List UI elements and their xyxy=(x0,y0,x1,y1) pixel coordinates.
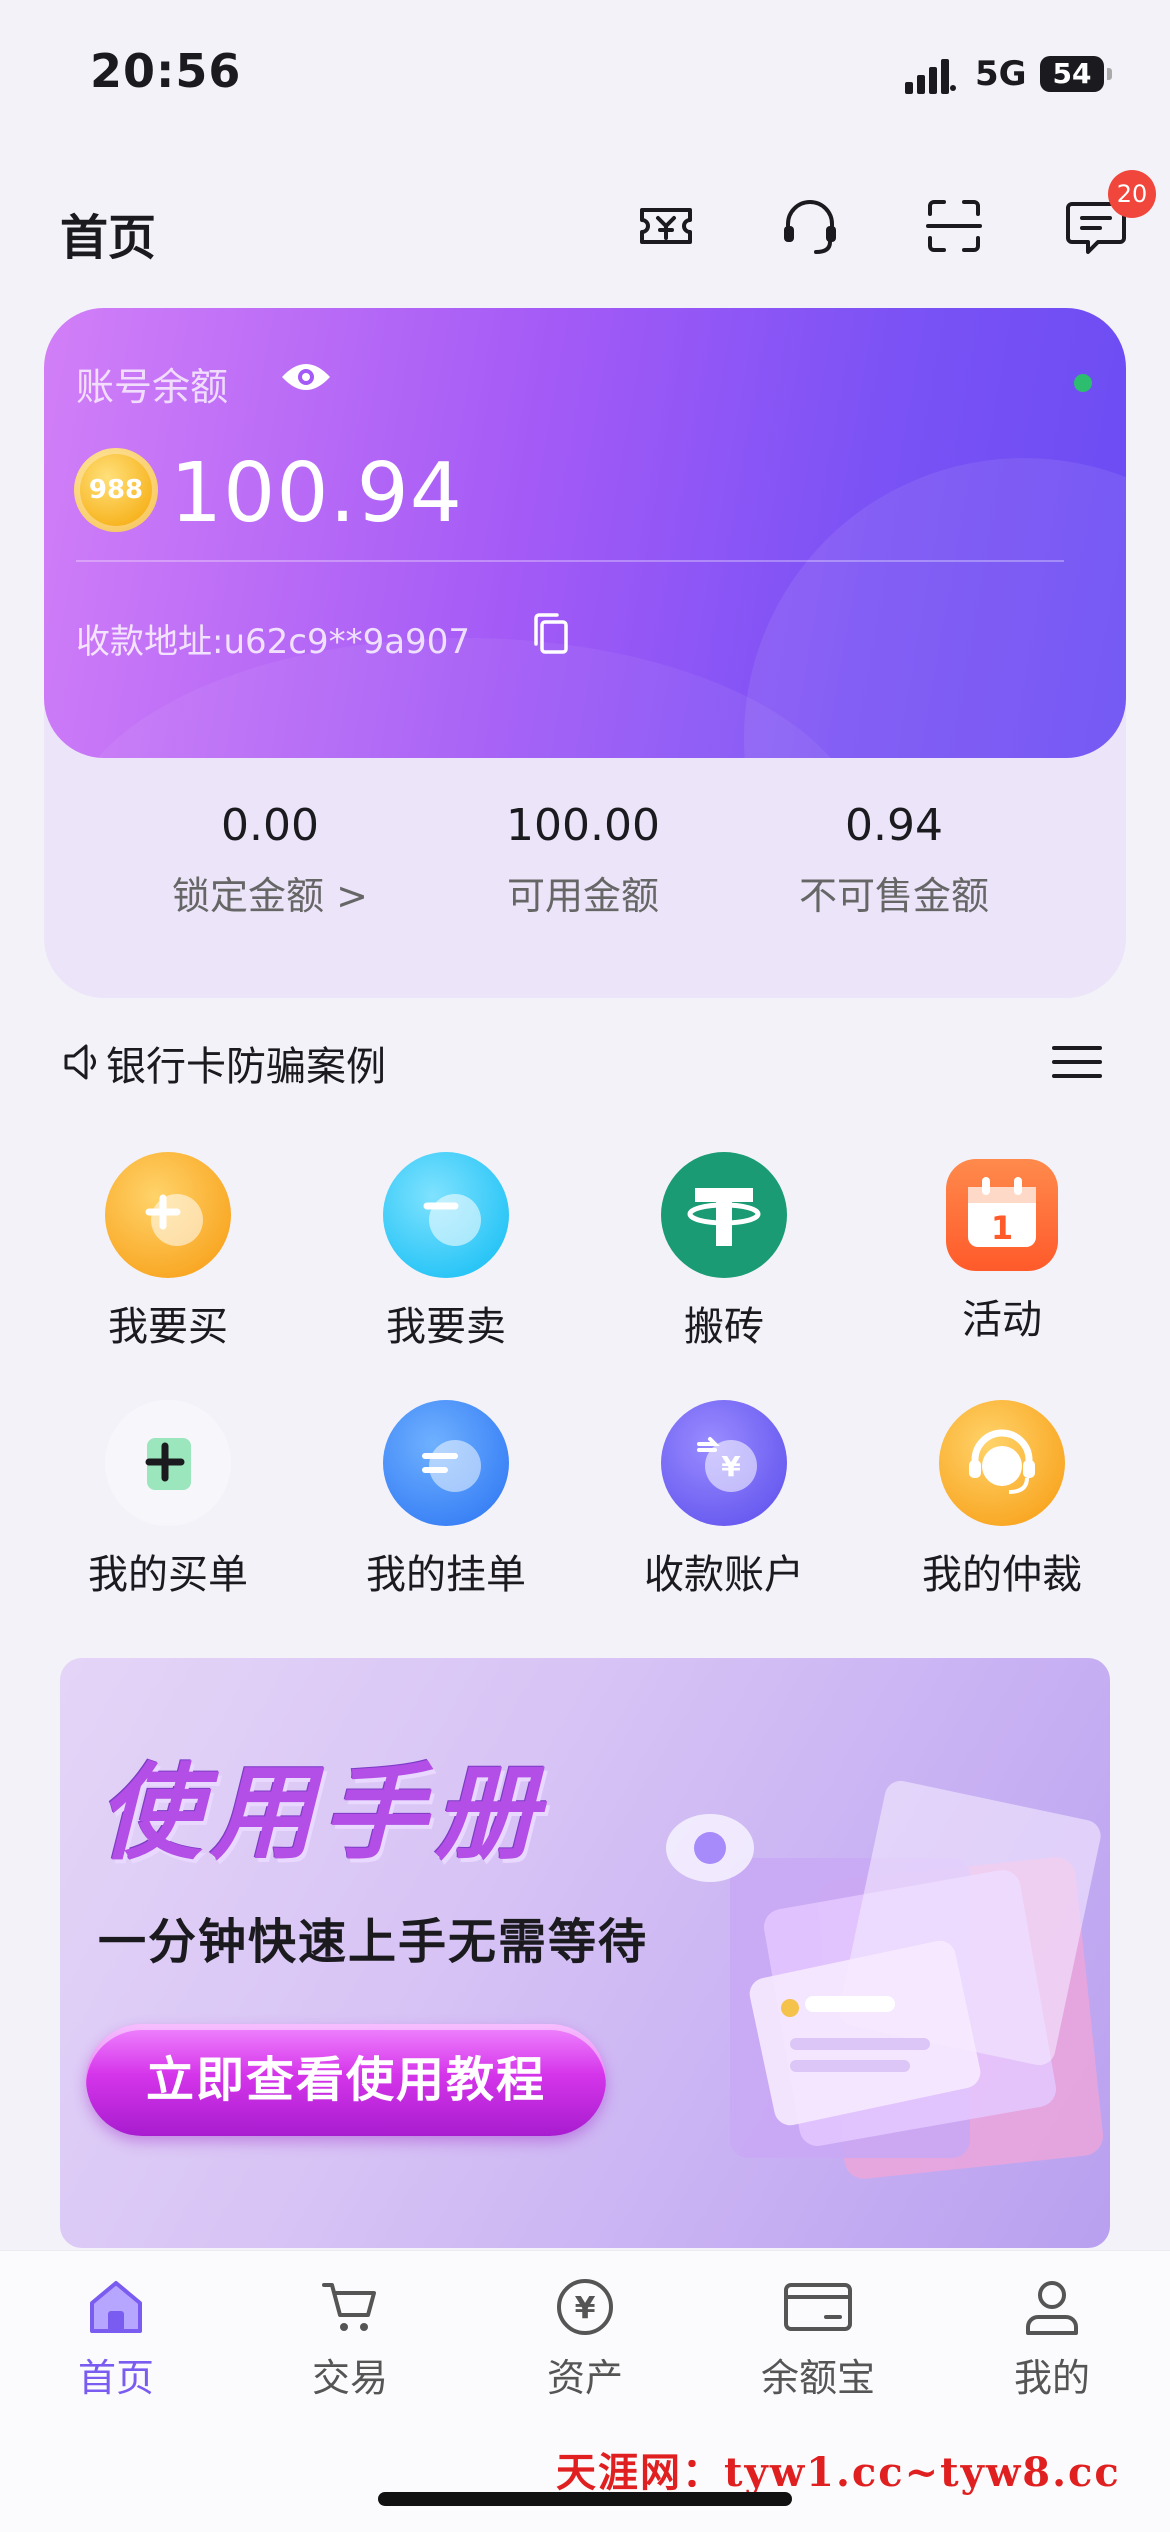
view-tutorial-button[interactable]: 立即查看使用教程 xyxy=(86,2024,606,2136)
stat-value: 0.94 xyxy=(845,800,943,851)
eye-icon[interactable] xyxy=(280,360,332,394)
balance-card: 账号余额 988 100.94 收款地址:u62c9**9a907 xyxy=(44,308,1126,758)
yuan-icon: ¥ xyxy=(557,2279,613,2335)
plus-circle-icon xyxy=(105,1152,231,1278)
grid-label: 我的仲裁 xyxy=(922,1552,1082,1598)
menu-icon[interactable] xyxy=(1052,1044,1102,1080)
receive-account-icon: ¥ xyxy=(661,1400,787,1526)
scan-icon[interactable] xyxy=(918,190,990,262)
notice-bar[interactable]: 银行卡防骗案例 xyxy=(0,1030,1170,1090)
grid-activity[interactable]: 1 活动 xyxy=(864,1152,1140,1345)
speaker-icon xyxy=(64,1044,96,1080)
grid-label: 我的买单 xyxy=(88,1552,248,1598)
coin-icon: 988 xyxy=(74,448,158,532)
tab-label: 首页 xyxy=(77,2356,154,2400)
balance-label: 账号余额 xyxy=(76,365,229,409)
tether-icon xyxy=(661,1152,787,1278)
home-indicator xyxy=(378,2492,792,2506)
calendar-icon: 1 xyxy=(946,1159,1058,1271)
profile-icon xyxy=(1026,2281,1078,2335)
ticket-yuan-icon[interactable] xyxy=(630,190,702,262)
tab-label: 资产 xyxy=(546,2356,623,2400)
cart-icon xyxy=(322,2283,376,2331)
svg-text:1: 1 xyxy=(991,1209,1013,1247)
banner-subtitle: 一分钟快速上手无需等待 xyxy=(98,1914,649,1970)
tab-assets[interactable]: ¥ 资产 xyxy=(485,2275,685,2402)
grid-label: 我的挂单 xyxy=(366,1552,526,1598)
tab-yuebao[interactable]: 余额宝 xyxy=(718,2275,918,2402)
header: 首页 xyxy=(0,180,1170,270)
receive-address: 收款地址:u62c9**9a907 xyxy=(76,622,470,662)
support-agent-icon xyxy=(939,1400,1065,1526)
status-bar: 20:56 5G 54 xyxy=(0,0,1170,140)
wallet-card-icon xyxy=(784,2283,852,2331)
buy-order-icon xyxy=(105,1400,231,1526)
tab-trade[interactable]: 交易 xyxy=(250,2275,450,2402)
stat-unsellable: 0.94 不可售金额 xyxy=(734,800,1054,920)
manual-banner[interactable]: 使用手册 一分钟快速上手无需等待 立即查看使用教程 xyxy=(60,1658,1110,2248)
status-time: 20:56 xyxy=(90,44,242,98)
banner-title: 使用手册 xyxy=(98,1752,547,1874)
message-badge: 20 xyxy=(1108,170,1156,218)
grid-buy[interactable]: 我要买 xyxy=(30,1152,306,1352)
battery-icon: 54 xyxy=(1040,56,1112,92)
tab-home[interactable]: 首页 xyxy=(16,2275,216,2402)
grid-label: 搬砖 xyxy=(684,1304,764,1350)
minus-circle-icon xyxy=(383,1152,509,1278)
stat-locked[interactable]: 0.00 锁定金额 > xyxy=(110,800,430,920)
svg-text:¥: ¥ xyxy=(575,2291,596,2326)
watermark: 天涯网：tyw1.cc~tyw8.cc xyxy=(556,2449,1121,2496)
svg-text:¥: ¥ xyxy=(721,1450,741,1483)
tab-label: 交易 xyxy=(311,2356,388,2400)
stat-label: 可用金额 xyxy=(506,874,659,918)
signal-icon xyxy=(905,59,956,94)
grid-my-sell-orders[interactable]: 我的挂单 xyxy=(308,1400,584,1600)
stat-value: 100.00 xyxy=(506,800,660,851)
network-type: 5G xyxy=(975,54,1027,94)
grid-receive-account[interactable]: ¥ 收款账户 xyxy=(586,1400,862,1600)
tab-label: 我的 xyxy=(1013,2356,1090,2400)
grid-arbitrage[interactable]: 搬砖 xyxy=(586,1152,862,1352)
stat-value: 0.00 xyxy=(221,800,319,851)
grid-my-arbitration[interactable]: 我的仲裁 xyxy=(864,1400,1140,1600)
grid-sell[interactable]: 我要卖 xyxy=(308,1152,584,1352)
stat-available: 100.00 可用金额 xyxy=(423,800,743,920)
grid-label: 我要买 xyxy=(108,1304,228,1350)
divider xyxy=(76,560,1064,562)
grid-label: 我要卖 xyxy=(386,1304,506,1350)
cards-illustration xyxy=(666,1780,1103,2179)
customer-service-icon[interactable] xyxy=(774,190,846,262)
grid-label: 收款账户 xyxy=(644,1552,804,1598)
page-title: 首页 xyxy=(60,210,157,266)
sell-order-icon xyxy=(383,1400,509,1526)
balance-stats: 0.00 锁定金额 > 100.00 可用金额 0.94 不可售金额 xyxy=(44,800,1126,930)
stat-label: 不可售金额 xyxy=(798,874,989,918)
online-status-dot xyxy=(1074,374,1092,392)
copy-icon[interactable] xyxy=(530,610,574,658)
grid-label: 活动 xyxy=(962,1297,1042,1343)
balance-amount: 100.94 xyxy=(170,446,463,541)
home-icon xyxy=(90,2281,142,2333)
notice-text[interactable]: 银行卡防骗案例 xyxy=(106,1034,386,1092)
stat-label: 锁定金额 > xyxy=(172,874,368,918)
grid-my-buy-orders[interactable]: 我的买单 xyxy=(30,1400,306,1600)
tab-profile[interactable]: 我的 xyxy=(952,2275,1152,2402)
tab-label: 余额宝 xyxy=(760,2356,875,2400)
